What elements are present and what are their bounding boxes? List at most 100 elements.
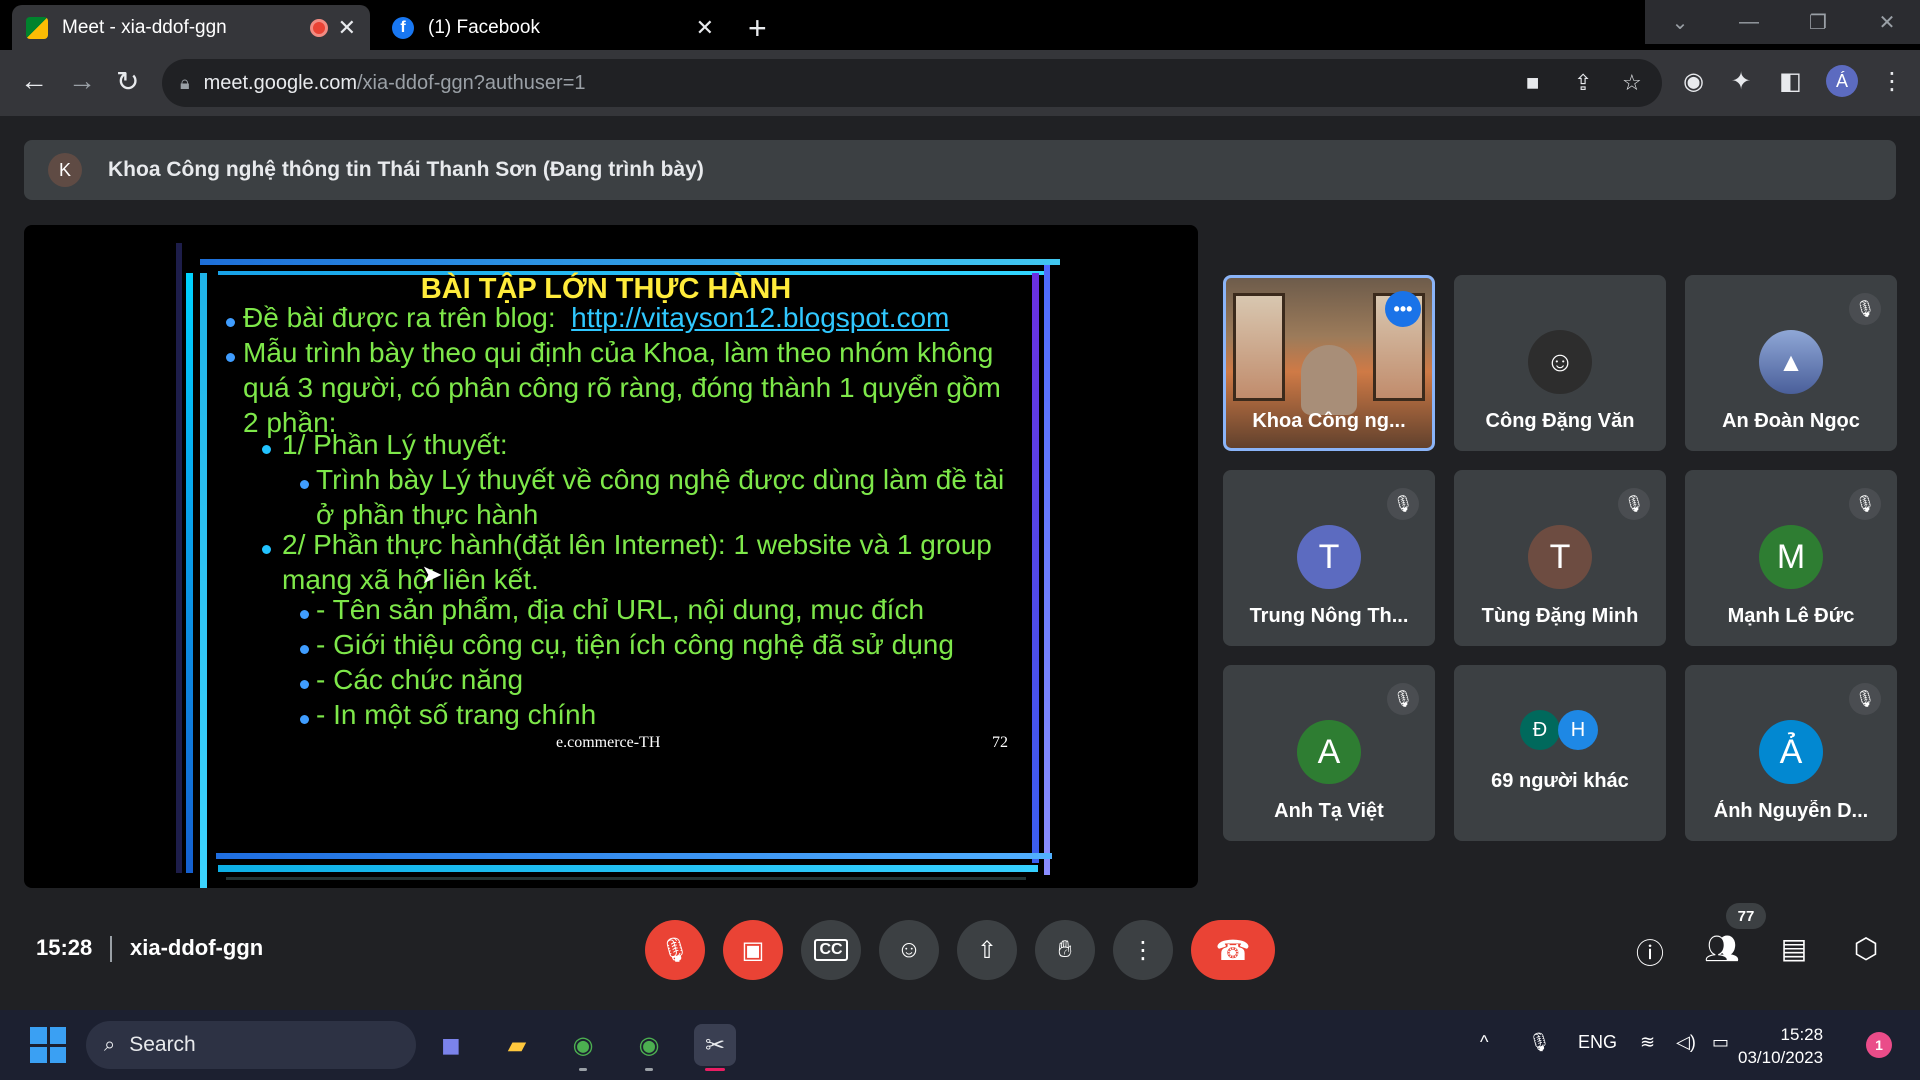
participant-tile[interactable]: 🎙︎ A Anh Tạ Việt bbox=[1223, 665, 1435, 841]
reactions-button[interactable]: ☺ bbox=[879, 920, 939, 980]
system-time: 15:28 bbox=[1780, 1025, 1824, 1044]
tab-title: (1) Facebook bbox=[428, 16, 540, 38]
more-options-button[interactable]: ⋮ bbox=[1113, 920, 1173, 980]
people-button[interactable]: 👥︎ bbox=[1702, 932, 1742, 965]
battery-icon[interactable]: ▭ bbox=[1712, 1032, 1729, 1053]
taskbar-search[interactable]: ⌕ Search bbox=[86, 1021, 416, 1069]
avatar: H bbox=[1558, 710, 1598, 750]
back-button[interactable]: ← bbox=[20, 65, 48, 97]
chat-button[interactable]: ▤ bbox=[1774, 932, 1814, 965]
profile-avatar[interactable]: Á bbox=[1826, 65, 1858, 97]
participant-name: Tùng Đặng Minh bbox=[1481, 605, 1639, 627]
others-count: 69 người khác bbox=[1491, 770, 1629, 792]
participant-name: Khoa Công ng... bbox=[1252, 410, 1406, 432]
present-button[interactable]: ⇧ bbox=[957, 920, 1017, 980]
present-icon: ⇧ bbox=[976, 936, 998, 964]
close-tab-icon[interactable]: ✕ bbox=[338, 15, 356, 41]
camera-icon[interactable]: ■ bbox=[1526, 70, 1539, 96]
slide-decor bbox=[226, 877, 1026, 880]
running-indicator bbox=[579, 1068, 587, 1071]
bullet bbox=[300, 645, 309, 654]
slide-decor bbox=[218, 865, 1038, 872]
mic-off-icon: 🎙︎ bbox=[1387, 488, 1419, 520]
mic-off-icon: 🎙︎ bbox=[1387, 683, 1419, 715]
activities-button[interactable]: ⬡ bbox=[1846, 932, 1886, 965]
search-icon: ⌕ bbox=[104, 1033, 116, 1056]
bullet bbox=[300, 480, 309, 489]
participant-tile[interactable]: ☺ Công Đặng Văn bbox=[1454, 275, 1666, 451]
avatar: T bbox=[1528, 525, 1592, 589]
slide-decor bbox=[186, 273, 193, 873]
reload-button[interactable]: ↻ bbox=[116, 65, 139, 98]
camera-toggle-button[interactable]: ▣ bbox=[723, 920, 783, 980]
snipping-tool-icon[interactable]: ✂︎ bbox=[694, 1024, 736, 1066]
emoji-icon: ☺ bbox=[896, 936, 922, 963]
system-clock[interactable]: 15:28 03/10/2023 bbox=[1738, 1023, 1823, 1069]
slide-decor bbox=[200, 259, 1060, 265]
minimize-button[interactable]: — bbox=[1714, 0, 1784, 44]
mic-toggle-button[interactable]: 🎙︎ bbox=[645, 920, 705, 980]
notification-badge[interactable]: 1 bbox=[1866, 1032, 1892, 1058]
avatar: A bbox=[1297, 720, 1361, 784]
avatar: Đ bbox=[1520, 710, 1560, 750]
participant-name: An Đoàn Ngọc bbox=[1722, 410, 1860, 432]
raise-hand-button[interactable]: ✋︎ bbox=[1035, 920, 1095, 980]
new-tab-button[interactable]: + bbox=[748, 10, 767, 47]
share-icon[interactable]: ⇪ bbox=[1574, 70, 1592, 96]
avatar-photo: ▲ bbox=[1759, 330, 1823, 394]
more-options-icon[interactable]: ••• bbox=[1385, 291, 1421, 327]
chrome-icon[interactable]: ◉ bbox=[562, 1024, 604, 1066]
volume-icon[interactable]: ◁) bbox=[1676, 1032, 1696, 1053]
url-path: /xia-ddof-ggn?authuser=1 bbox=[357, 71, 586, 94]
captions-button[interactable]: CC bbox=[801, 920, 861, 980]
windows-start-icon[interactable] bbox=[30, 1027, 66, 1063]
participant-tile[interactable]: 🎙︎ T Trung Nông Th... bbox=[1223, 470, 1435, 646]
slide-decor bbox=[200, 273, 207, 888]
extension-icon[interactable]: ◉ bbox=[1683, 67, 1704, 96]
slide-line: quá 3 người, có phân công rõ ràng, đóng … bbox=[243, 372, 1001, 403]
address-bar[interactable]: 🔒︎ meet.google.com/xia-ddof-ggn?authuser… bbox=[162, 59, 1662, 107]
participant-name: Ảnh Nguyễn D... bbox=[1713, 800, 1869, 822]
participant-tile[interactable]: 🎙︎ T Tùng Đặng Minh bbox=[1454, 470, 1666, 646]
side-panel-icon[interactable]: ◧ bbox=[1779, 67, 1802, 96]
people-count-badge: 77 bbox=[1726, 903, 1766, 929]
lock-icon[interactable]: 🔒︎ bbox=[180, 73, 190, 94]
slide-line: - Giới thiệu công cụ, tiện ích công nghệ… bbox=[316, 629, 954, 660]
search-label: Search bbox=[129, 1033, 196, 1056]
people-icon: 👥︎ bbox=[1704, 933, 1740, 964]
close-tab-icon[interactable]: ✕ bbox=[696, 15, 714, 41]
bookmark-star-icon[interactable]: ☆ bbox=[1622, 70, 1642, 96]
forward-button[interactable]: → bbox=[68, 65, 96, 97]
slide-line: - Tên sản phẩm, địa chỉ URL, nội dung, m… bbox=[316, 594, 925, 625]
close-window-button[interactable]: ✕ bbox=[1852, 0, 1920, 44]
line-text: Đề bài được ra trên blog: bbox=[243, 302, 556, 333]
participant-tile-self[interactable]: ••• Khoa Công ng... bbox=[1223, 275, 1435, 451]
others-tile[interactable]: Đ H 69 người khác bbox=[1454, 665, 1666, 841]
extensions-puzzle-icon[interactable]: ✦ bbox=[1731, 67, 1751, 96]
wifi-icon[interactable]: ≋ bbox=[1640, 1032, 1655, 1053]
divider bbox=[110, 936, 112, 962]
menu-dots-icon[interactable]: ⋮ bbox=[1880, 67, 1904, 96]
bullet bbox=[300, 680, 309, 689]
meeting-details-button[interactable]: ⓘ bbox=[1630, 932, 1670, 972]
facebook-icon: f bbox=[392, 16, 414, 39]
tray-overflow-icon[interactable]: ^ bbox=[1480, 1032, 1488, 1053]
presentation-stage: BÀI TẬP LỚN THỰC HÀNH Đề bài được ra trê… bbox=[24, 225, 1198, 888]
tab-search-button[interactable]: ⌄ bbox=[1645, 0, 1715, 44]
chrome-profile-icon[interactable]: ◉ bbox=[628, 1024, 670, 1066]
tab-title: Meet - xia-ddof-ggn bbox=[62, 16, 227, 38]
teams-chat-icon[interactable]: ◼ bbox=[430, 1024, 472, 1066]
language-indicator[interactable]: ENG bbox=[1578, 1032, 1617, 1053]
participant-tile[interactable]: 🎙︎ Ả Ảnh Nguyễn D... bbox=[1685, 665, 1897, 841]
participant-tile[interactable]: 🎙︎ ▲ An Đoàn Ngọc bbox=[1685, 275, 1897, 451]
blog-link[interactable]: http://vitayson12.blogspot.com bbox=[571, 302, 949, 333]
leave-call-button[interactable]: ☎︎ bbox=[1191, 920, 1275, 980]
restore-button[interactable]: ❐ bbox=[1783, 0, 1853, 44]
participant-tile[interactable]: 🎙︎ M Mạnh Lê Đức bbox=[1685, 470, 1897, 646]
microphone-icon[interactable]: 🎙︎ bbox=[1528, 1032, 1551, 1053]
slide-decor bbox=[1044, 265, 1050, 875]
tab-meet[interactable]: Meet - xia-ddof-ggn ✕ bbox=[12, 5, 370, 50]
tab-facebook[interactable]: f (1) Facebook ✕ bbox=[378, 5, 728, 50]
file-explorer-icon[interactable]: ▰ bbox=[496, 1024, 538, 1066]
bullet bbox=[262, 445, 271, 454]
